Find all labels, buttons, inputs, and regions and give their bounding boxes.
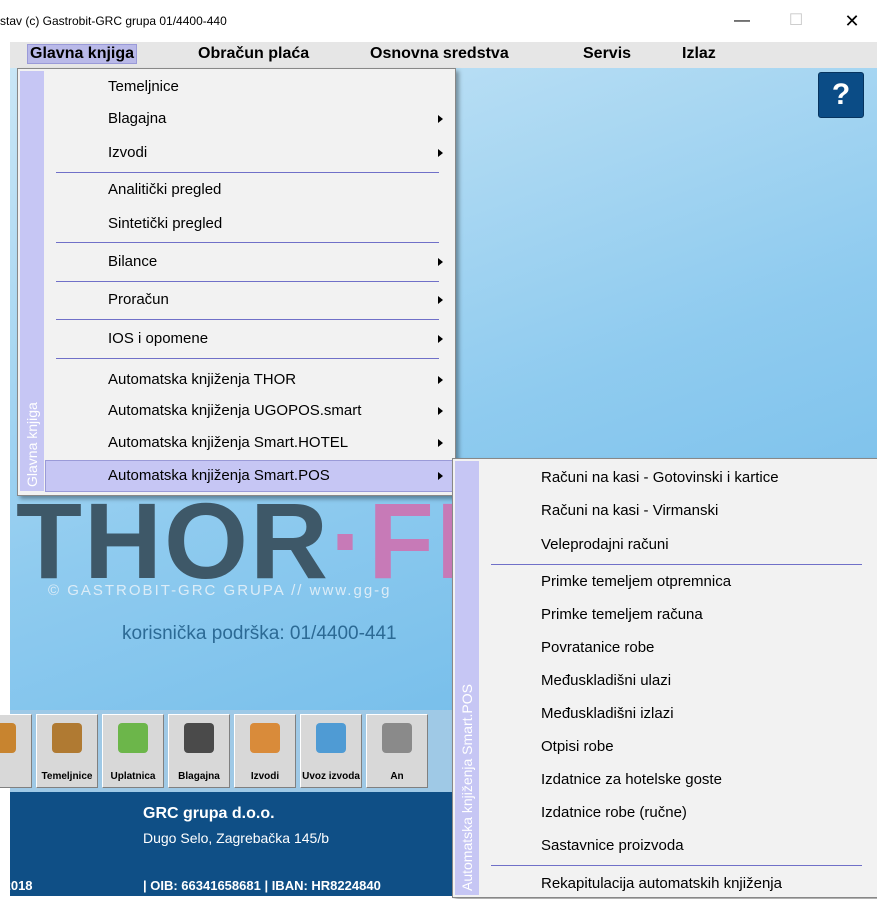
- submenu-item-otpisi[interactable]: Otpisi robe: [481, 732, 876, 762]
- smartpos-submenu: Automatska knjiženja Smart.POS Računi na…: [452, 458, 877, 898]
- submenu-item-primke-otpremnica[interactable]: Primke temeljem otpremnica: [481, 567, 876, 597]
- menu-separator: [56, 281, 439, 282]
- money-icon: [118, 723, 148, 753]
- toolbar-button[interactable]: [0, 714, 32, 788]
- submenu-item-racuni-virmanski[interactable]: Računi na kasi - Virmanski: [481, 496, 876, 526]
- menu-item-auto-thor[interactable]: Automatska knjiženja THOR: [46, 365, 453, 395]
- izvodi-button[interactable]: Izvodi: [234, 714, 296, 788]
- glavna-knjiga-dropdown: Glavna knjiga Temeljnice Blagajna Izvodi…: [17, 68, 456, 496]
- footer-date: .2018: [0, 878, 33, 893]
- menu-osnovna-sredstva[interactable]: Osnovna sredstva: [370, 45, 509, 63]
- submenu-arrow-icon: [438, 149, 443, 157]
- menu-glavna-knjiga[interactable]: Glavna knjiga: [26, 44, 138, 64]
- company-address: Dugo Selo, Zagrebačka 145/b: [143, 830, 330, 846]
- submenu-arrow-icon: [438, 296, 443, 304]
- pen-icon: [382, 723, 412, 753]
- import-icon: [316, 723, 346, 753]
- envelope-icon: [250, 723, 280, 753]
- copyright-text: © GASTROBIT-GRC GRUPA // www.gg-g: [48, 582, 392, 599]
- submenu-arrow-icon: [438, 439, 443, 447]
- menu-separator: [56, 358, 439, 359]
- submenu-item-medjuskladisni-ulazi[interactable]: Međuskladišni ulazi: [481, 666, 876, 696]
- minimize-icon[interactable]: —: [722, 6, 762, 36]
- submenu-arrow-icon: [438, 407, 443, 415]
- menu-servis[interactable]: Servis: [583, 45, 631, 63]
- menu-item-temeljnice[interactable]: Temeljnice: [46, 72, 453, 102]
- close-icon[interactable]: ✕: [832, 6, 872, 36]
- help-icon: ?: [831, 78, 851, 111]
- company-name: GRC grupa d.o.o.: [143, 805, 275, 822]
- window-title: stav (c) Gastrobit-GRC grupa 01/4400-440: [0, 14, 227, 28]
- submenu-arrow-icon: [438, 376, 443, 384]
- submenu-item-medjuskladisni-izlazi[interactable]: Međuskladišni izlazi: [481, 699, 876, 729]
- submenu-item-izdatnice-rucne[interactable]: Izdatnice robe (ručne): [481, 798, 876, 828]
- menu-item-ios-opomene[interactable]: IOS i opomene: [46, 324, 453, 354]
- menu-item-auto-smarthotel[interactable]: Automatska knjiženja Smart.HOTEL: [46, 428, 453, 458]
- menu-separator: [56, 242, 439, 243]
- menu-item-izvodi[interactable]: Izvodi: [46, 138, 453, 168]
- menu-item-auto-ugopos[interactable]: Automatska knjiženja UGOPOS.smart: [46, 396, 453, 426]
- menu-item-blagajna[interactable]: Blagajna: [46, 104, 453, 134]
- menu-bar: Glavna knjiga Obračun plaća Osnovna sred…: [10, 42, 877, 68]
- submenu-item-sastavnice[interactable]: Sastavnice proizvoda: [481, 831, 876, 861]
- menu-side-label: Glavna knjiga: [24, 402, 40, 487]
- box-icon: [52, 723, 82, 753]
- submenu-item-veleprodajni[interactable]: Veleprodajni računi: [481, 530, 876, 560]
- menu-izlaz[interactable]: Izlaz: [682, 45, 716, 63]
- menu-separator: [56, 172, 439, 173]
- shortcut-toolbar: Temeljnice Uplatnica Blagajna Izvodi Uvo…: [0, 710, 460, 792]
- menu-separator: [491, 865, 862, 866]
- submenu-item-primke-racuna[interactable]: Primke temeljem računa: [481, 600, 876, 630]
- safe-icon: [184, 723, 214, 753]
- menu-side-label: Automatska knjiženja Smart.POS: [459, 684, 475, 891]
- help-button[interactable]: ?: [818, 72, 864, 118]
- submenu-arrow-icon: [438, 335, 443, 343]
- submenu-item-izdatnice-hotel[interactable]: Izdatnice za hotelske goste: [481, 765, 876, 795]
- submenu-item-povratanice[interactable]: Povratanice robe: [481, 633, 876, 663]
- submenu-item-rekapitulacija[interactable]: Rekapitulacija automatskih knjiženja: [481, 869, 876, 899]
- submenu-arrow-icon: [438, 258, 443, 266]
- menu-item-analiticki-pregled[interactable]: Analitički pregled: [46, 175, 453, 205]
- footer-ids: | OIB: 66341658681 | IBAN: HR8224840: [143, 878, 381, 893]
- menu-separator: [491, 564, 862, 565]
- title-bar: stav (c) Gastrobit-GRC grupa 01/4400-440…: [0, 0, 877, 42]
- submenu-arrow-icon: [438, 115, 443, 123]
- menu-item-bilance[interactable]: Bilance: [46, 247, 453, 277]
- analitika-button[interactable]: An: [366, 714, 428, 788]
- menu-obracun-placa[interactable]: Obračun plaća: [198, 45, 309, 63]
- menu-item-proracun[interactable]: Proračun: [46, 285, 453, 315]
- uvoz-izvoda-button[interactable]: Uvoz izvoda: [300, 714, 362, 788]
- uplatnica-button[interactable]: Uplatnica: [102, 714, 164, 788]
- blagajna-button[interactable]: Blagajna: [168, 714, 230, 788]
- submenu-arrow-icon: [438, 472, 443, 480]
- menu-item-auto-smartpos[interactable]: Automatska knjiženja Smart.POS: [45, 460, 454, 492]
- toolbar-icon: [0, 723, 16, 753]
- temeljnice-button[interactable]: Temeljnice: [36, 714, 98, 788]
- submenu-item-racuni-gotovinski[interactable]: Računi na kasi - Gotovinski i kartice: [481, 463, 876, 493]
- support-text: korisnička podrška: 01/4400-441: [122, 623, 397, 644]
- menu-separator: [56, 319, 439, 320]
- maximize-icon[interactable]: ☐: [776, 6, 816, 36]
- menu-item-sinteticki-pregled[interactable]: Sintetički pregled: [46, 209, 453, 239]
